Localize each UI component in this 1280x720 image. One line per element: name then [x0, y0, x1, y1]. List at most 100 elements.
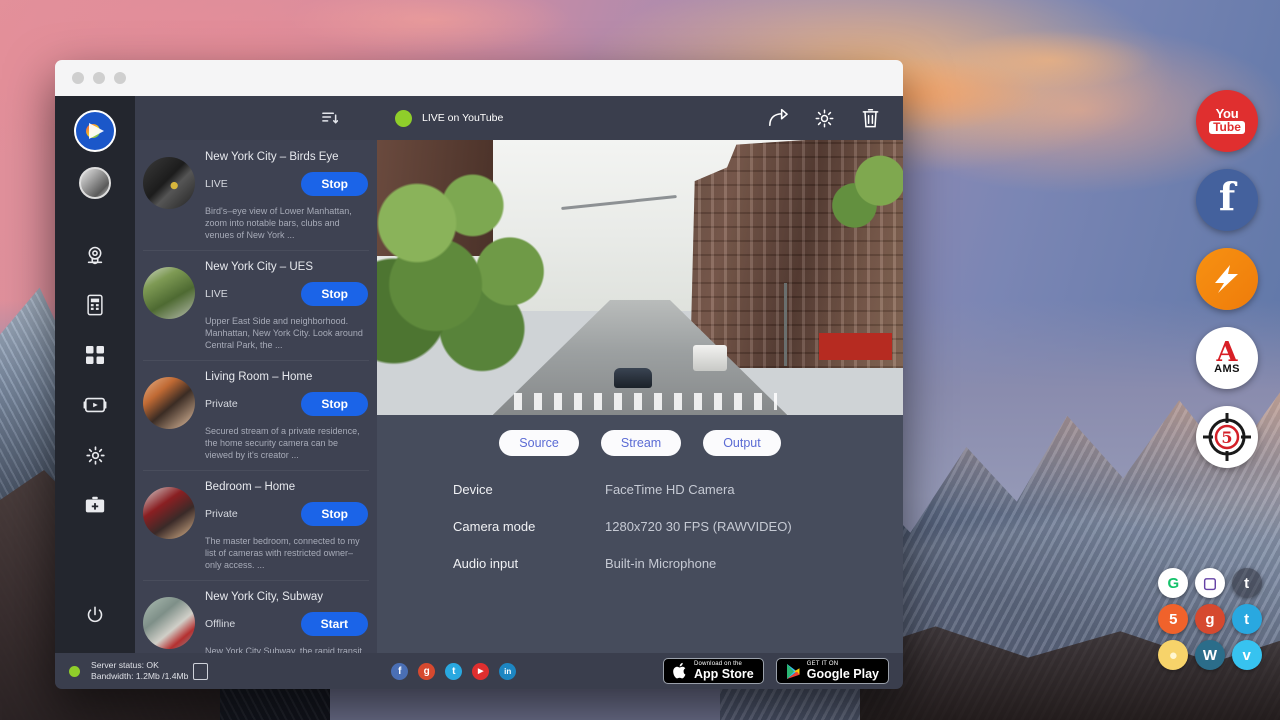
- camera-title: New York City – Birds Eye: [205, 151, 368, 163]
- sidebar-item-grid[interactable]: [75, 335, 115, 375]
- camera-description: Upper East Side and neighborhood. Manhat…: [205, 315, 368, 351]
- detail-label: Camera mode: [453, 519, 605, 534]
- cluster-icon-five[interactable]: 5: [1158, 604, 1188, 634]
- gear-icon: [85, 445, 106, 466]
- sidebar-item-video[interactable]: [75, 385, 115, 425]
- adobe-ams-label: AMS: [1214, 363, 1240, 375]
- app-store-large-label: App Store: [694, 668, 754, 681]
- grid-icon: [85, 345, 105, 365]
- sidebar-item-power[interactable]: [75, 595, 115, 635]
- share-icon: [767, 108, 789, 128]
- dock-icon-wowza[interactable]: [1196, 248, 1258, 310]
- social-facebook[interactable]: f: [391, 663, 408, 680]
- list-item[interactable]: Bedroom – Home Private Stop The master b…: [135, 470, 377, 580]
- cluster-icon-tumblr[interactable]: t: [1232, 568, 1262, 598]
- cluster-icon-twitch[interactable]: ▢: [1195, 568, 1225, 598]
- social-google-plus[interactable]: g: [418, 663, 435, 680]
- tab-stream[interactable]: Stream: [601, 430, 681, 456]
- dock-icon-five-target[interactable]: 5: [1196, 406, 1258, 468]
- google-plus-glyph: g: [424, 666, 430, 677]
- camera-thumbnail: [143, 487, 195, 539]
- play-triangle-icon: [786, 663, 801, 680]
- app-window: New York City – Birds Eye LIVE Stop Bird…: [55, 60, 903, 689]
- cluster-icon-google-plus[interactable]: g: [1195, 604, 1225, 634]
- grammarly-glyph: G: [1167, 575, 1179, 592]
- tab-source[interactable]: Source: [499, 430, 579, 456]
- play-logo-icon: [82, 118, 108, 144]
- google-play-large-label: Google Play: [807, 668, 879, 681]
- sidebar-item-add-media[interactable]: [75, 485, 115, 525]
- list-item[interactable]: Living Room – Home Private Stop Secured …: [135, 360, 377, 470]
- camera-thumbnail: [143, 157, 195, 209]
- webcam-icon: [84, 244, 106, 266]
- store-badges: Download on the App Store GET IT ON Goog…: [663, 658, 889, 684]
- sidebar-item-settings[interactable]: [75, 435, 115, 475]
- social-twitter[interactable]: t: [445, 663, 462, 680]
- sidebar-item-user-avatar[interactable]: [79, 167, 111, 199]
- sunrise-glyph: ●: [1169, 647, 1178, 664]
- tumblr-glyph: t: [1244, 575, 1249, 592]
- close-button[interactable]: [72, 72, 84, 84]
- social-linkedin[interactable]: in: [499, 663, 516, 680]
- video-preview[interactable]: [377, 140, 903, 415]
- camera-description: Bird's–eye view of Lower Manhattan, zoom…: [205, 205, 368, 241]
- cluster-icon-vimeo[interactable]: v: [1232, 640, 1262, 670]
- sidebar-item-app-logo[interactable]: [74, 110, 116, 152]
- sort-icon[interactable]: [321, 110, 338, 126]
- google-play-badge[interactable]: GET IT ON Google Play: [776, 658, 889, 684]
- desktop-dock: You Tube f A AMS 5: [1196, 90, 1258, 485]
- cluster-icon-twitter[interactable]: t: [1232, 604, 1262, 634]
- dock-icon-facebook[interactable]: f: [1196, 169, 1258, 231]
- app-store-badge[interactable]: Download on the App Store: [663, 658, 764, 684]
- camera-status: LIVE: [205, 288, 228, 300]
- list-item[interactable]: New York City – UES LIVE Stop Upper East…: [135, 250, 377, 360]
- camera-list-scroll[interactable]: New York City – Birds Eye LIVE Stop Bird…: [135, 140, 377, 653]
- list-item[interactable]: New York City – Birds Eye LIVE Stop Bird…: [135, 140, 377, 250]
- settings-button[interactable]: [809, 103, 839, 133]
- cluster-icon-sunrise[interactable]: ●: [1158, 640, 1188, 670]
- camera-description: New York City Subway, the rapid transit …: [205, 645, 368, 653]
- source-details: Device FaceTime HD Camera Camera mode 12…: [377, 456, 903, 593]
- log-document-icon[interactable]: [193, 663, 208, 680]
- camera-action-button[interactable]: Stop: [301, 502, 368, 526]
- live-status-label: LIVE on YouTube: [422, 112, 503, 124]
- minimize-button[interactable]: [93, 72, 105, 84]
- detail-value[interactable]: 1280x720 30 FPS (RAWVIDEO): [605, 519, 792, 534]
- wordpress-glyph: W: [1203, 647, 1217, 664]
- server-status-text: Server status: OK: [91, 660, 188, 671]
- detail-value[interactable]: FaceTime HD Camera: [605, 482, 735, 497]
- share-button[interactable]: [763, 103, 793, 133]
- tab-output[interactable]: Output: [703, 430, 781, 456]
- twitter-glyph: t: [1244, 611, 1249, 628]
- social-youtube[interactable]: ▶: [472, 663, 489, 680]
- camera-title: New York City – UES: [205, 261, 368, 273]
- camera-action-button[interactable]: Stop: [301, 392, 368, 416]
- facebook-glyph: f: [398, 666, 401, 677]
- cluster-icon-wordpress[interactable]: W: [1195, 640, 1225, 670]
- camera-thumbnail: [143, 597, 195, 649]
- sidebar-item-cameras[interactable]: [75, 235, 115, 275]
- svg-text:5: 5: [1221, 428, 1232, 447]
- dock-icon-youtube[interactable]: You Tube: [1196, 90, 1258, 152]
- target-icon: 5: [1199, 409, 1255, 465]
- delete-button[interactable]: [855, 103, 885, 133]
- maximize-button[interactable]: [114, 72, 126, 84]
- dock-icon-adobe-ams[interactable]: A AMS: [1196, 327, 1258, 389]
- camera-action-button[interactable]: Stop: [301, 282, 368, 306]
- twitch-glyph: ▢: [1203, 574, 1217, 592]
- camera-action-button[interactable]: Stop: [301, 172, 368, 196]
- video-red-awning: [819, 333, 893, 361]
- video-van: [693, 345, 727, 371]
- youtube-top-text: You: [1216, 108, 1239, 120]
- video-crosswalk: [514, 393, 777, 410]
- server-status-dot: [69, 666, 80, 677]
- camera-action-button[interactable]: Start: [301, 612, 368, 636]
- trash-icon: [861, 108, 880, 129]
- add-media-icon: [84, 495, 106, 515]
- youtube-glyph: ▶: [478, 667, 483, 675]
- list-item[interactable]: New York City, Subway Offline Start New …: [135, 580, 377, 653]
- cluster-icon-grammarly[interactable]: G: [1158, 568, 1188, 598]
- detail-value[interactable]: Built-in Microphone: [605, 556, 716, 571]
- adobe-a-glyph: A: [1217, 342, 1238, 363]
- sidebar-item-device[interactable]: [75, 285, 115, 325]
